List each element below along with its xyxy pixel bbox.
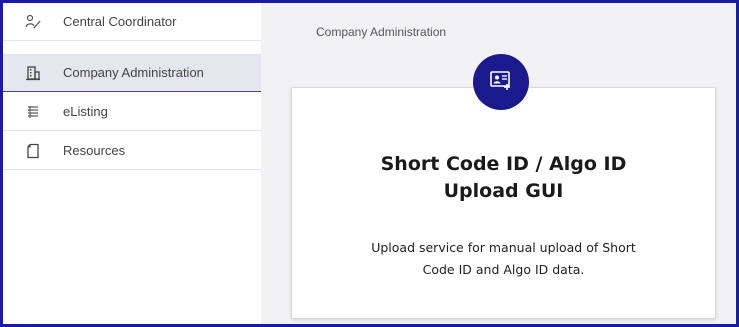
main-content: Company Administration Short Code ID / A… (261, 3, 736, 324)
sidebar-item-label: Central Coordinator (63, 14, 177, 29)
sidebar-item-company-administration[interactable]: Company Administration (3, 54, 261, 92)
building-icon (25, 65, 41, 81)
card-title-line-1: Short Code ID / Algo ID (380, 153, 627, 175)
list-icon (25, 104, 41, 120)
card-description-line-1: Upload service for manual upload of Shor… (371, 240, 636, 255)
pen-person-icon (25, 14, 41, 30)
sidebar-item-label: Company Administration (63, 65, 204, 80)
sidebar: Central Coordinator Company Administrati… (3, 3, 261, 324)
card-title: Short Code ID / Algo ID Upload GUI (291, 151, 716, 205)
card-description: Upload service for manual upload of Shor… (291, 237, 716, 281)
card-badge (473, 54, 529, 110)
sidebar-item-label: eListing (63, 104, 108, 119)
document-icon (25, 143, 41, 159)
id-card-icon (489, 69, 513, 96)
sidebar-item-label: Resources (63, 143, 126, 158)
sidebar-item-resources[interactable]: Resources (3, 132, 261, 170)
app-frame: Central Coordinator Company Administrati… (0, 0, 739, 327)
sidebar-item-central-coordinator[interactable]: Central Coordinator (3, 3, 261, 41)
card-title-line-2: Upload GUI (443, 180, 564, 202)
card-description-line-2: Code ID and Algo ID data. (422, 262, 585, 277)
breadcrumb: Company Administration (316, 25, 447, 39)
sidebar-item-elisting[interactable]: eListing (3, 93, 261, 131)
